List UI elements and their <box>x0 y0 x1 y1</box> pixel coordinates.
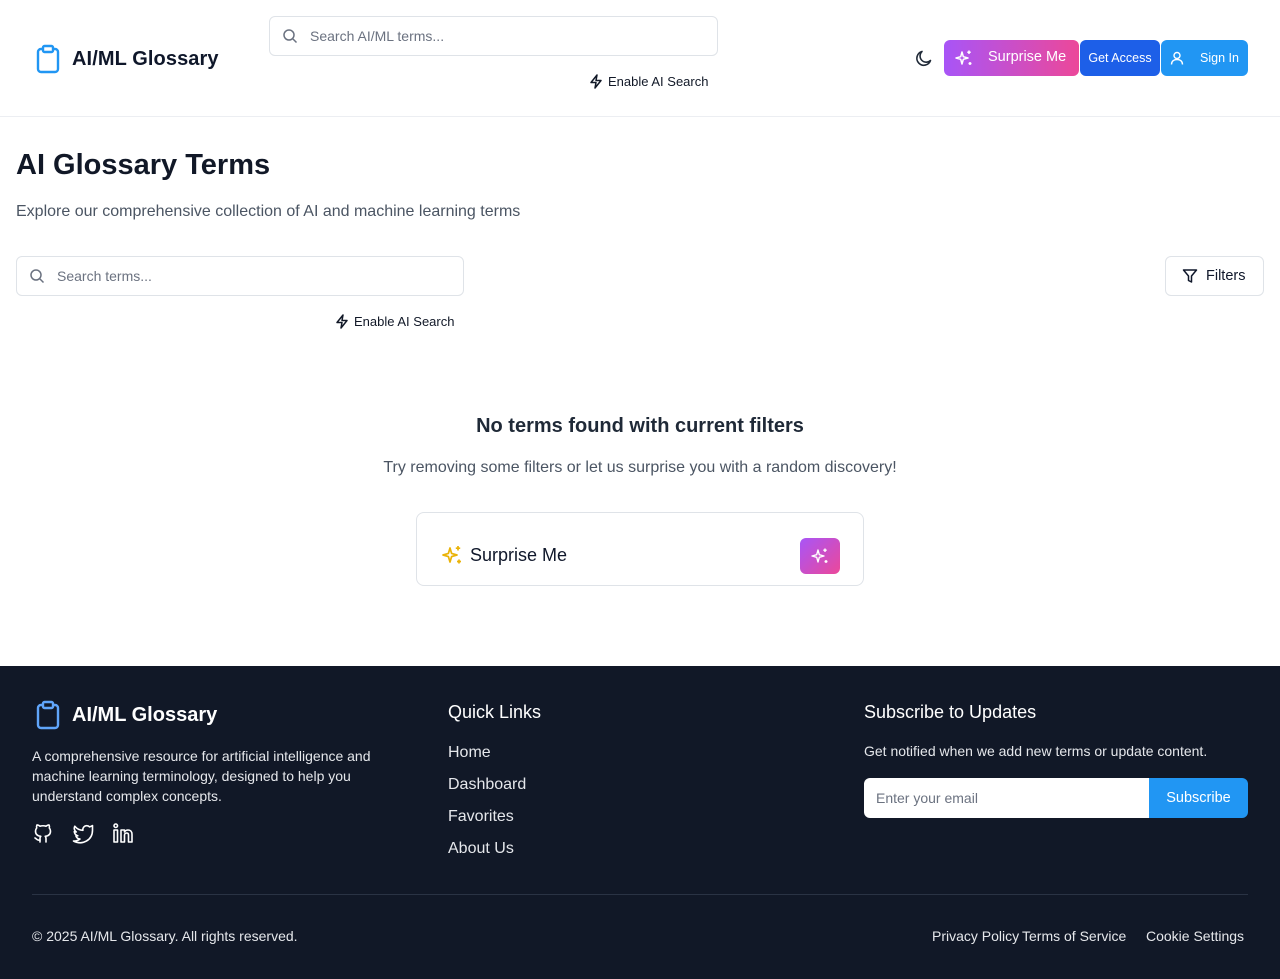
surprise-me-card[interactable]: Surprise Me <box>416 512 864 586</box>
header-logo[interactable]: AI/ML Glossary <box>36 44 219 74</box>
page-title: AI Glossary Terms <box>16 149 271 181</box>
quick-link-dashboard[interactable]: Dashboard <box>448 776 526 808</box>
quick-link-favorites[interactable]: Favorites <box>448 808 526 840</box>
terms-of-service-link[interactable]: Terms of Service <box>1022 928 1126 944</box>
email-input[interactable] <box>864 778 1149 818</box>
clipboard-icon <box>36 44 60 74</box>
social-links <box>32 822 134 844</box>
footer-logo[interactable]: AI/ML Glossary <box>36 700 217 730</box>
sparkles-icon <box>811 548 828 563</box>
ai-search-label: Enable AI Search <box>608 74 709 89</box>
subscribe-title: Subscribe to Updates <box>864 702 1037 722</box>
site-header: AI/ML Glossary Enable AI Search <box>0 0 1280 117</box>
subscribe-description: Get notified when we add new terms or up… <box>864 743 1208 759</box>
header-search-input[interactable] <box>310 17 700 55</box>
header-search[interactable] <box>269 16 718 56</box>
surprise-card-label: Surprise Me <box>470 545 568 565</box>
quick-links-title: Quick Links <box>448 702 542 722</box>
terms-enable-ai-search[interactable]: Enable AI Search <box>335 314 454 329</box>
filters-label: Filters <box>1206 268 1246 284</box>
zap-icon <box>589 74 603 89</box>
logo-text: AI/ML Glossary <box>72 47 219 70</box>
sparkles-icon <box>441 544 463 566</box>
footer-logo-text: AI/ML Glossary <box>72 703 218 726</box>
quick-links-list: Home Dashboard Favorites About Us <box>448 744 526 872</box>
zap-icon <box>335 314 349 329</box>
surprise-me-label: Surprise Me <box>988 49 1067 65</box>
page-subtitle: Explore our comprehensive collection of … <box>16 203 521 220</box>
github-icon[interactable] <box>32 822 54 844</box>
get-access-button[interactable]: Get Access <box>1080 40 1160 76</box>
sign-in-button[interactable]: Sign In <box>1161 40 1248 76</box>
subscribe-button[interactable]: Subscribe <box>1149 778 1248 818</box>
user-icon <box>1170 51 1184 65</box>
surprise-me-button[interactable]: Surprise Me <box>944 40 1079 76</box>
privacy-policy-link[interactable]: Privacy Policy <box>932 928 1019 944</box>
header-enable-ai-search[interactable]: Enable AI Search <box>589 74 708 89</box>
footer-divider <box>32 894 1248 895</box>
surprise-card-button[interactable] <box>800 538 840 574</box>
moon-icon[interactable] <box>914 48 934 68</box>
search-icon <box>282 28 298 44</box>
linkedin-icon[interactable] <box>112 822 134 844</box>
terms-search-input[interactable] <box>57 257 447 295</box>
clipboard-icon <box>36 700 60 730</box>
terms-search[interactable] <box>16 256 464 296</box>
filters-button[interactable]: Filters <box>1165 256 1264 296</box>
filter-icon <box>1182 268 1198 284</box>
footer-description: A comprehensive resource for artificial … <box>32 748 371 804</box>
sign-in-label: Sign In <box>1200 51 1239 65</box>
quick-link-home[interactable]: Home <box>448 744 526 776</box>
copyright-text: © 2025 AI/ML Glossary. All rights reserv… <box>32 928 298 944</box>
ai-search-label: Enable AI Search <box>354 314 455 329</box>
cookie-settings-link[interactable]: Cookie Settings <box>1146 928 1244 944</box>
quick-link-about-us[interactable]: About Us <box>448 840 526 872</box>
twitter-icon[interactable] <box>72 822 94 844</box>
search-icon <box>29 268 45 284</box>
empty-state-title: No terms found with current filters <box>476 415 804 437</box>
sparkles-icon <box>955 49 973 67</box>
empty-state-subtitle: Try removing some filters or let us surp… <box>383 459 897 476</box>
